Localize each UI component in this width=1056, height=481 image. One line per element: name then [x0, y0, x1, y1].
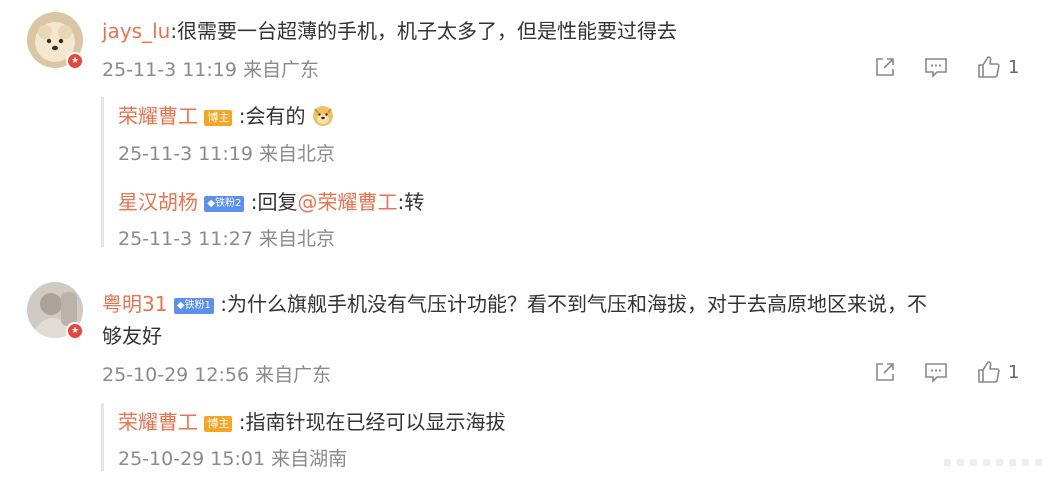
decor-dot	[983, 459, 990, 466]
reply-text: 会有的	[245, 104, 306, 128]
share-icon	[876, 58, 894, 76]
fade-overlay	[850, 444, 1056, 481]
reply-meta: 25-11-3 11:27 来自北京	[118, 224, 335, 251]
decor-dot	[944, 459, 951, 466]
like-button[interactable]: 1	[976, 54, 1019, 80]
host-badge: 博主	[204, 415, 233, 432]
decor-dot	[970, 459, 977, 466]
fan-badge-label: 铁粉2	[215, 197, 242, 209]
share-button[interactable]	[872, 359, 898, 389]
share-button[interactable]	[872, 54, 898, 84]
fan-badge: ◆铁粉2	[204, 195, 245, 212]
like-count: 1	[1008, 361, 1020, 383]
reply-divider	[101, 403, 104, 471]
separator: :	[220, 292, 227, 316]
comment-icon	[925, 58, 947, 78]
reply-prefix: 回复	[257, 190, 298, 214]
host-badge: 博主	[204, 109, 233, 126]
comment-button[interactable]	[923, 359, 949, 389]
diamond-icon: ◆	[207, 197, 216, 209]
fan-badge-label: 铁粉1	[184, 299, 211, 311]
reply-line: 荣耀曹工 博主 :会有的	[118, 100, 334, 129]
username[interactable]: jays_lu	[102, 19, 170, 43]
vip-badge-icon: ★	[66, 52, 84, 70]
location: 来自广东	[243, 59, 320, 81]
like-count: 1	[1008, 56, 1020, 78]
timestamp: 25-11-3 11:19	[118, 143, 253, 165]
comment-text: 为什么旗舰手机没有气压计功能？看不到气压和海拔，对于去高原地区来说，不	[227, 292, 927, 316]
comment-meta: 25-10-29 12:56 来自广东	[102, 360, 331, 387]
reply-divider	[101, 97, 104, 247]
decor-dot	[1022, 459, 1029, 466]
comment-icon	[925, 363, 947, 383]
like-icon	[978, 56, 1000, 78]
timestamp: 25-11-3 11:27	[118, 228, 253, 250]
comment-meta: 25-11-3 11:19 来自广东	[102, 55, 319, 82]
timestamp: 25-11-3 11:19	[102, 59, 237, 81]
location: 来自北京	[259, 228, 336, 250]
decor-dot	[1035, 459, 1042, 466]
fan-badge: ◆铁粉1	[173, 297, 214, 314]
location: 来自北京	[259, 143, 336, 165]
decor-dot	[996, 459, 1003, 466]
mention-link[interactable]: @荣耀曹工	[298, 190, 398, 214]
like-icon	[978, 361, 1000, 383]
username[interactable]: 粤明31	[102, 292, 167, 316]
timestamp: 25-10-29 12:56	[102, 364, 250, 386]
reply-text: 指南针现在已经可以显示海拔	[245, 410, 506, 434]
reply-text: 转	[404, 190, 425, 214]
decor-dot	[1009, 459, 1016, 466]
reply-meta: 25-11-3 11:19 来自北京	[118, 139, 335, 166]
location: 来自湖南	[271, 448, 348, 470]
comment-line: jays_lu:很需要一台超薄的手机，机子太多了，但是性能要过得去	[102, 15, 677, 44]
comment-1: ★ jays_lu:很需要一台超薄的手机，机子太多了，但是性能要过得去 25-1…	[0, 0, 1056, 260]
comment-line: 粤明31 ◆铁粉1 :为什么旗舰手机没有气压计功能？看不到气压和海拔，对于去高原…	[102, 288, 927, 317]
comment-text: 很需要一台超薄的手机，机子太多了，但是性能要过得去	[177, 19, 678, 43]
decor-dot	[957, 459, 964, 466]
reply-username[interactable]: 星汉胡杨	[118, 190, 198, 214]
like-button[interactable]: 1	[976, 359, 1019, 385]
vip-badge-icon: ★	[66, 322, 84, 340]
timestamp: 25-10-29 15:01	[118, 448, 266, 470]
comment-text-continued: 够友好	[102, 324, 162, 348]
reply-line: 星汉胡杨 ◆铁粉2 :回复@荣耀曹工:转	[118, 186, 424, 215]
reply-username[interactable]: 荣耀曹工	[118, 104, 198, 128]
location: 来自广东	[255, 364, 332, 386]
diamond-icon: ◆	[176, 299, 185, 311]
reply-line: 荣耀曹工 博主 :指南针现在已经可以显示海拔	[118, 406, 505, 435]
comment-button[interactable]	[923, 54, 949, 84]
separator: :	[250, 190, 258, 214]
share-icon	[876, 363, 894, 381]
reply-username[interactable]: 荣耀曹工	[118, 410, 198, 434]
reply-meta: 25-10-29 15:01 来自湖南	[118, 444, 347, 471]
doge-emoji-icon	[312, 106, 333, 126]
